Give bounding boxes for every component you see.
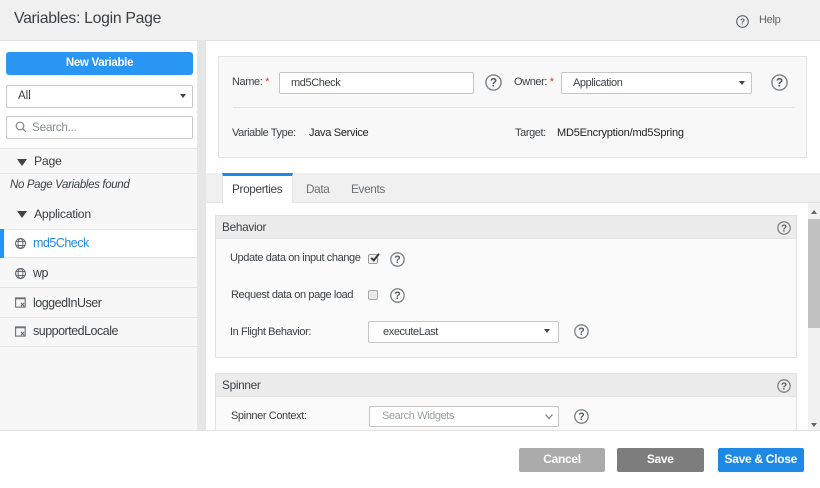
svg-text:?: ? [781,382,787,393]
svg-text:?: ? [394,290,400,302]
svg-text:?: ? [578,326,584,338]
svg-text:?: ? [740,17,745,27]
svg-text:?: ? [490,76,497,90]
svg-text:?: ? [776,76,783,90]
svg-text:?: ? [578,411,584,423]
svg-text:?: ? [781,224,787,235]
svg-text:?: ? [394,254,400,266]
